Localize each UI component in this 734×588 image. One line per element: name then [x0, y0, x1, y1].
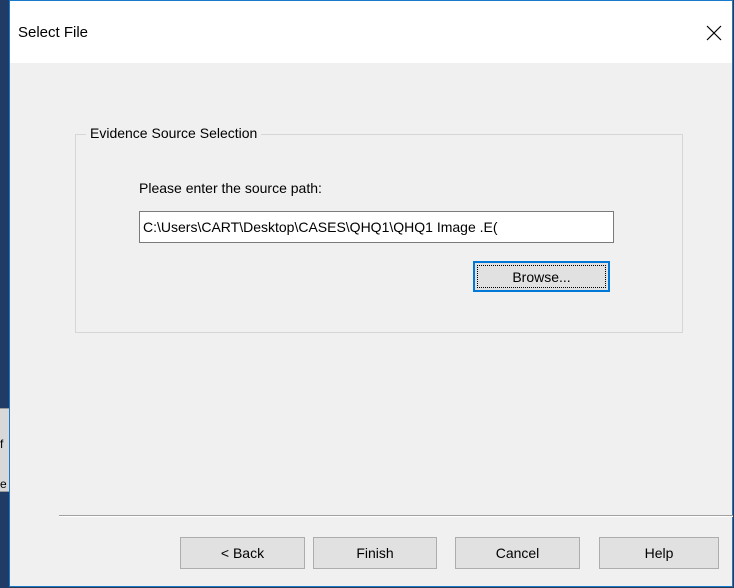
dialog-title: Select File	[18, 24, 89, 41]
screen: f e Select File Evidence Source Selectio…	[0, 0, 734, 588]
finish-button[interactable]: Finish	[313, 537, 437, 569]
groupbox-legend: Evidence Source Selection	[86, 125, 262, 141]
browse-button[interactable]: Browse...	[473, 261, 610, 292]
source-path-input[interactable]	[139, 211, 614, 243]
button-separator	[59, 515, 733, 517]
back-button[interactable]: < Back	[180, 537, 305, 569]
background-text-fragment: f	[0, 437, 4, 451]
cancel-button[interactable]: Cancel	[455, 537, 580, 569]
title-bar[interactable]: Select File	[10, 1, 732, 63]
help-button[interactable]: Help	[599, 537, 719, 569]
close-button[interactable]	[696, 15, 732, 51]
close-icon	[706, 25, 722, 41]
source-path-label: Please enter the source path:	[139, 180, 322, 196]
select-file-dialog: Select File Evidence Source Selection Pl…	[9, 0, 733, 587]
background-text-fragment: e	[0, 477, 7, 491]
evidence-source-groupbox: Evidence Source Selection Please enter t…	[75, 125, 683, 333]
